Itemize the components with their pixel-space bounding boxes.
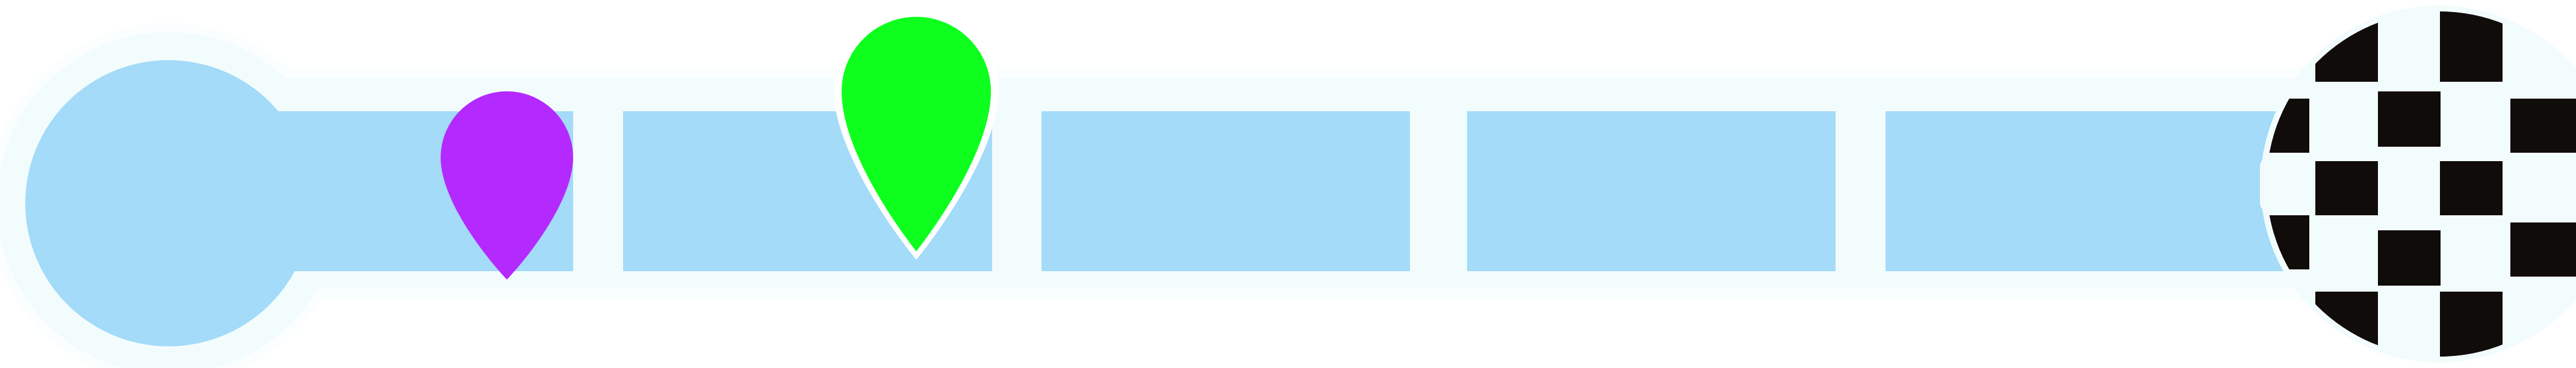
track-segment-3: [1041, 111, 1410, 271]
track-canvas: [0, 5, 2576, 368]
track-segment-5: [1885, 111, 2283, 271]
checkered-flag-icon: [2260, 5, 2576, 363]
start-circle-icon: [25, 60, 312, 346]
race-progress-bar: [0, 0, 2576, 368]
track-segment-4: [1467, 111, 1836, 271]
